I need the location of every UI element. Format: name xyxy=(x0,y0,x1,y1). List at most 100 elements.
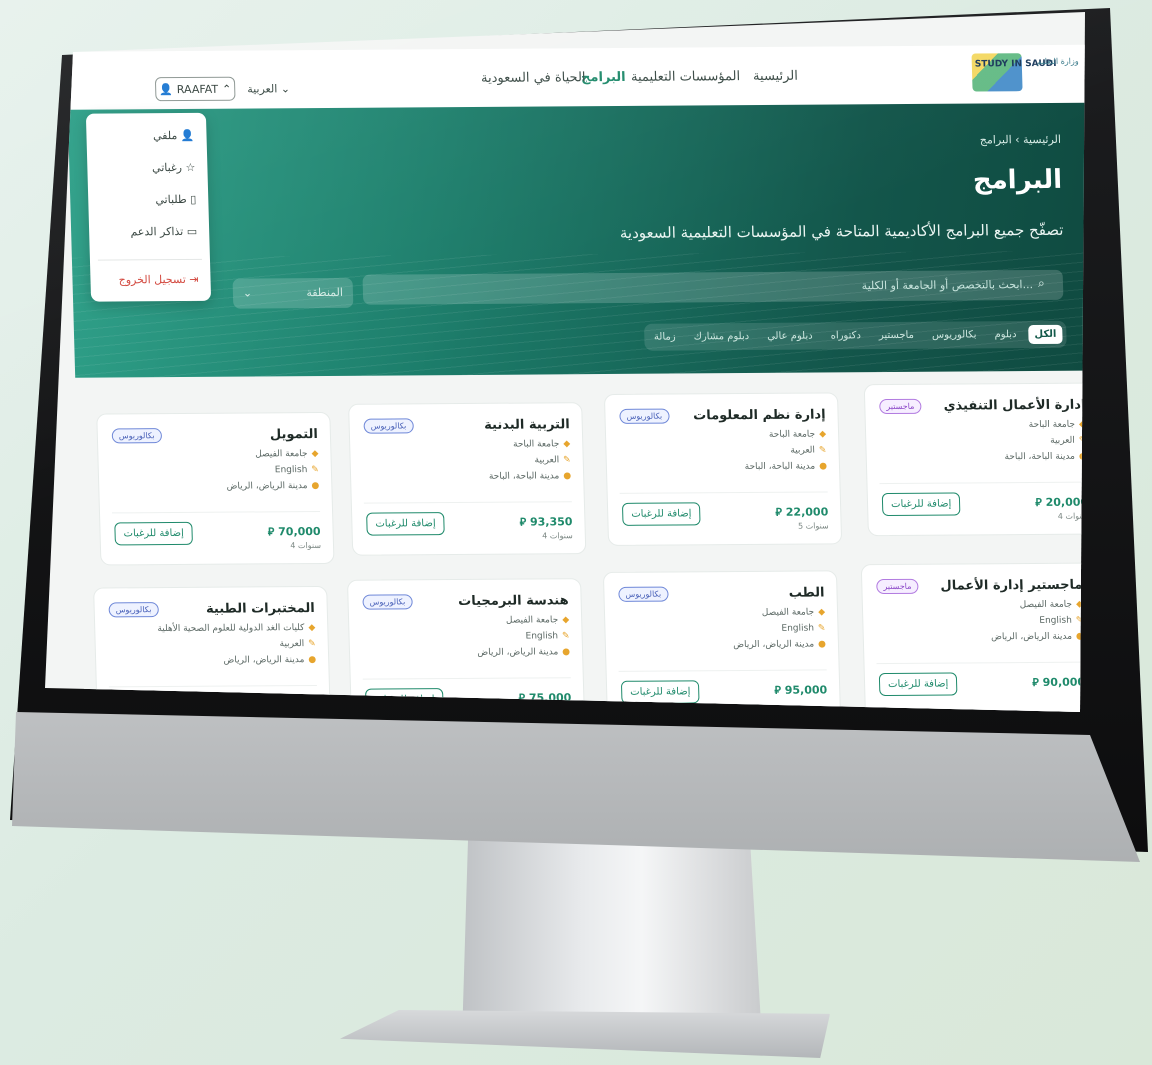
city-name: مدينة الباحة، الباحة xyxy=(488,471,560,482)
location-pin-icon: ● xyxy=(817,639,827,650)
language-name: English xyxy=(781,623,815,634)
program-card[interactable]: التربية البدنية بكالوريوس جامعة الباحة ◆ … xyxy=(348,402,587,556)
add-to-wishlist-button[interactable]: إضافة للرغبات xyxy=(114,521,194,546)
menu-item-logout[interactable]: تسجيل الخروج ⇥ xyxy=(118,273,198,287)
graduation-cap-icon: ◆ xyxy=(563,439,571,450)
degree-badge: بكالوريوس xyxy=(619,408,670,424)
graduation-cap-icon: ◆ xyxy=(311,449,319,460)
add-to-wishlist-button[interactable]: إضافة للرغبات xyxy=(878,672,958,697)
program-title[interactable]: التمويل xyxy=(270,427,318,442)
tuition-price: ⃁ 20,000 xyxy=(1035,495,1089,509)
card-divider xyxy=(111,510,321,514)
degree-badge: ماجستير xyxy=(879,398,922,415)
user-icon: 👤 xyxy=(158,82,173,96)
university-name: جامعة الباحة xyxy=(1028,419,1076,431)
ministry-logo-label: وزارة التعليم xyxy=(1036,56,1079,67)
menu-item-profile[interactable]: ملفي 👤 xyxy=(153,129,195,142)
language-icon: ✎ xyxy=(817,623,826,634)
language-name: العربية xyxy=(534,455,560,466)
city-row: مدينة الرياض، الرياض ● xyxy=(991,632,1084,643)
program-title[interactable]: المختبرات الطبية xyxy=(206,601,315,617)
city-name: مدينة الرياض، الرياض xyxy=(733,639,815,651)
add-to-wishlist-button[interactable]: إضافة للرغبات xyxy=(621,502,701,526)
language-icon: ✎ xyxy=(563,455,571,466)
language-name: English xyxy=(1039,615,1072,626)
city-name: مدينة الرياض، الرياض xyxy=(226,481,308,492)
add-to-wishlist-button[interactable]: إضافة للرغبات xyxy=(881,492,961,517)
filter-master[interactable]: ماجستير xyxy=(873,326,921,345)
filter-associate-diploma[interactable]: دبلوم مشارك xyxy=(687,327,755,346)
university-row: جامعة الفيصل ◆ xyxy=(762,607,826,617)
star-icon: ☆ xyxy=(185,160,196,174)
filter-bachelor[interactable]: بكالوريوس xyxy=(926,325,983,344)
program-card[interactable]: إدارة نظم المعلومات بكالوريوس جامعة البا… xyxy=(603,392,843,546)
university-row: كليات الغد الدولية للعلوم الصحية الأهلية… xyxy=(157,623,315,634)
ticket-icon: ▭ xyxy=(186,224,198,238)
location-pin-icon: ● xyxy=(562,647,571,658)
location-pin-icon: ● xyxy=(563,471,572,482)
language-row: العربية✎ xyxy=(279,639,315,649)
user-menu-button[interactable]: 👤 RAAFAT ⌃ xyxy=(154,76,236,102)
hero-banner: الرئيسية › البرامج البرامج تصفّح جميع ال… xyxy=(67,102,1085,378)
region-select[interactable]: ⌄ المنطقة xyxy=(232,277,354,309)
program-card[interactable]: الطب بكالوريوس جامعة الفيصل ◆ English ✎ مد… xyxy=(602,570,842,712)
city-name: مدينة الرياض، الرياض xyxy=(477,647,559,658)
program-title[interactable]: التربية البدنية xyxy=(484,417,570,433)
nav-link-programs[interactable]: البرامج xyxy=(581,70,626,85)
language-switcher[interactable]: العربية ⌄ xyxy=(247,82,290,95)
nav-link-home[interactable]: الرئيسية xyxy=(753,69,798,84)
menu-item-wishlist[interactable]: رغباتي ☆ xyxy=(152,161,196,174)
card-divider xyxy=(108,684,317,688)
menu-label: تسجيل الخروج xyxy=(118,272,186,287)
program-card[interactable]: ماجستير إدارة الأعمال ماجستير جامعة الفي… xyxy=(860,562,1085,712)
menu-item-support-tickets[interactable]: تذاكر الدعم ▭ xyxy=(130,225,197,238)
breadcrumb[interactable]: الرئيسية › البرامج xyxy=(980,133,1062,147)
page-title: البرامج xyxy=(972,164,1063,196)
university-row: جامعة الباحة◆ xyxy=(513,439,570,449)
filter-higher-diploma[interactable]: دبلوم عالي xyxy=(761,327,819,346)
card-divider xyxy=(879,481,1085,485)
language-icon: ✎ xyxy=(818,445,827,456)
program-title[interactable]: هندسة البرمجيات xyxy=(458,593,569,609)
program-title[interactable]: إدارة نظم المعلومات xyxy=(693,407,826,423)
filter-fellowship[interactable]: زمالة xyxy=(648,327,682,346)
language-name: English xyxy=(525,631,559,642)
program-card[interactable]: إدارة الأعمال التنفيذي ماجستير جامعة الب… xyxy=(863,382,1089,537)
web-page: STUDY IN SAUDI وزارة التعليم الرئيسية ال… xyxy=(45,12,1089,712)
monitor-stand-base xyxy=(340,1010,830,1058)
degree-badge: بكالوريوس xyxy=(618,586,669,602)
page-subtitle: تصفّح جميع البرامج الأكاديمية المتاحة في… xyxy=(619,220,1064,242)
filter-diploma[interactable]: دبلوم xyxy=(988,325,1022,344)
add-to-wishlist-button[interactable]: إضافة للرغبات xyxy=(366,512,445,536)
graduation-cap-icon: ◆ xyxy=(818,607,826,618)
program-cards-grid: إدارة الأعمال التنفيذي ماجستير جامعة الب… xyxy=(75,372,1089,712)
graduation-cap-icon: ◆ xyxy=(308,622,316,634)
filter-doctorate[interactable]: دكتوراه xyxy=(824,326,867,345)
add-to-wishlist-button[interactable]: إضافة للرغبات xyxy=(620,680,700,704)
language-icon: ✎ xyxy=(561,631,570,642)
menu-item-applications[interactable]: طلباتي ▯ xyxy=(155,193,196,206)
logout-icon: ⇥ xyxy=(189,272,199,286)
city-row: مدينة الباحة، الباحة● xyxy=(1004,451,1085,463)
menu-label: رغباتي xyxy=(151,161,183,175)
search-input[interactable]: ابحث بالتخصص أو الجامعة أو الكلية... xyxy=(362,269,1064,305)
nav-link-institutions[interactable]: المؤسسات التعليمية xyxy=(631,69,740,85)
screen: STUDY IN SAUDI وزارة التعليم الرئيسية ال… xyxy=(45,12,1089,712)
program-title[interactable]: ماجستير إدارة الأعمال xyxy=(940,578,1082,594)
chevron-up-icon: ⌃ xyxy=(221,82,232,96)
tuition-price: ⃁ 93,350 xyxy=(519,515,573,529)
top-nav: STUDY IN SAUDI وزارة التعليم الرئيسية ال… xyxy=(66,44,1085,112)
degree-badge: بكالوريوس xyxy=(362,594,413,610)
language-row: العربية✎ xyxy=(1050,436,1085,446)
degree-badge: ماجستير xyxy=(876,578,919,595)
filter-all[interactable]: الكل xyxy=(1028,324,1063,345)
monitor: STUDY IN SAUDI وزارة التعليم الرئيسية ال… xyxy=(0,0,1152,1065)
program-card[interactable]: التمويل بكالوريوس جامعة الفيصل ◆ English ✎… xyxy=(96,411,335,566)
program-title[interactable]: الطب xyxy=(789,585,825,600)
search-icon: ⌕ xyxy=(1037,275,1045,291)
university-row: جامعة الفيصل ◆ xyxy=(1020,600,1084,610)
nav-link-life-in-saudi[interactable]: الحياة في السعودية xyxy=(481,70,586,86)
city-name: مدينة الباحة، الباحة xyxy=(1004,451,1076,463)
program-title[interactable]: إدارة الأعمال التنفيذي xyxy=(943,398,1085,414)
user-dropdown-menu: ملفي 👤 رغباتي ☆ طلباتي ▯ تذاكر الدعم ▭ ت… xyxy=(85,112,212,302)
